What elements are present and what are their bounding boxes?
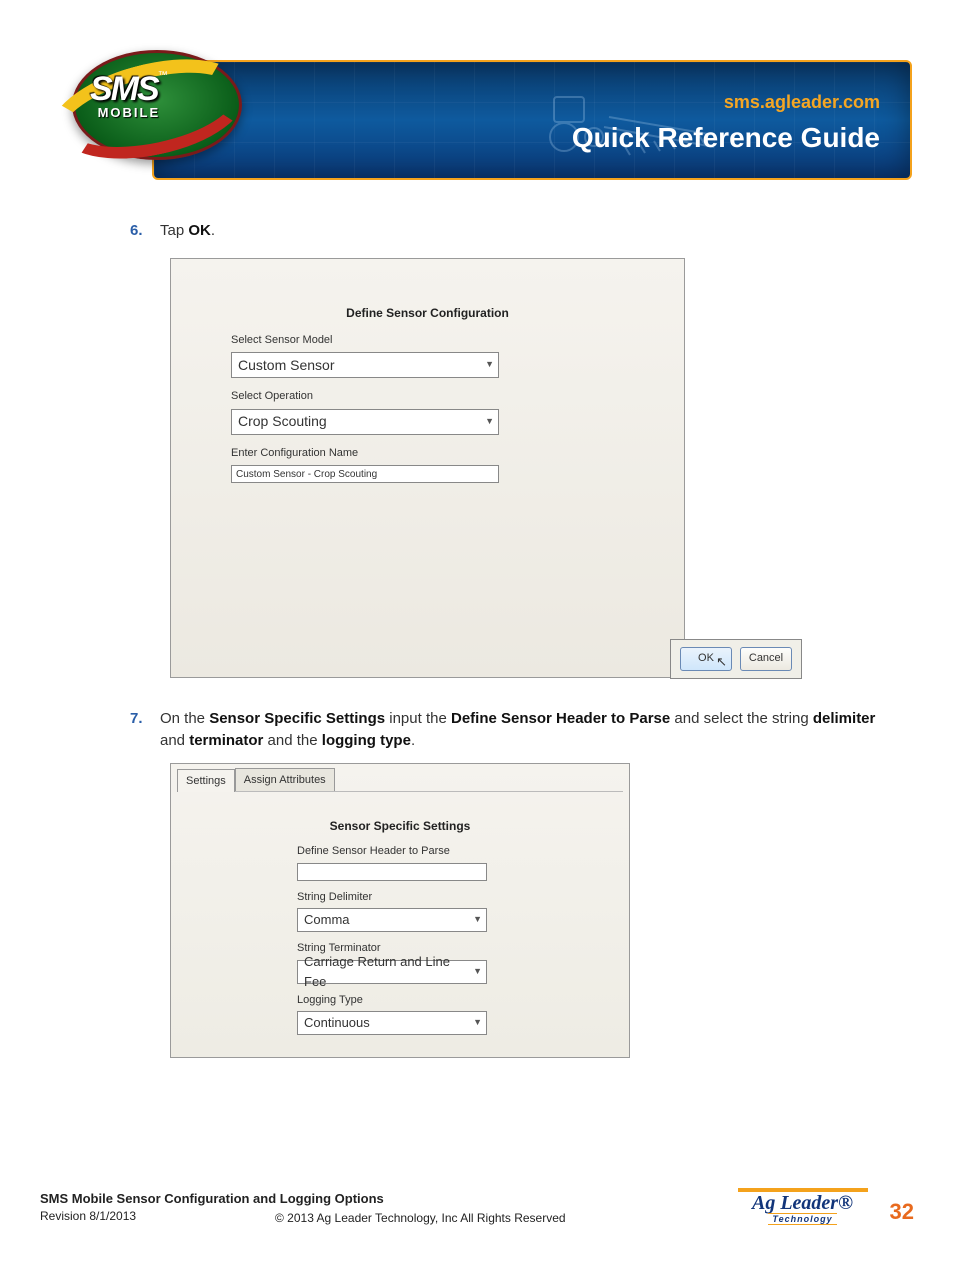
t: input the: [385, 710, 451, 727]
input-config-name[interactable]: Custom Sensor - Crop Scouting: [231, 465, 499, 483]
page-number: 32: [890, 1199, 914, 1225]
label-config-name: Enter Configuration Name: [231, 445, 684, 462]
logo-text-sub: MOBILE: [90, 105, 168, 120]
agleader-sub: Technology: [768, 1213, 836, 1225]
step-number: 7.: [130, 708, 143, 731]
logo-trademark: ™: [158, 70, 168, 81]
b: Sensor Specific Settings: [209, 710, 385, 727]
tab-panel: Sensor Specific Settings Define Sensor H…: [177, 791, 623, 1051]
tab-bar: Settings Assign Attributes: [177, 768, 629, 792]
panel-title: Sensor Specific Settings: [177, 817, 623, 835]
label-logging-type: Logging Type: [297, 992, 623, 1009]
select-value: Comma: [304, 910, 350, 930]
t: On the: [160, 710, 209, 727]
chevron-down-icon: ▼: [485, 415, 494, 429]
chevron-down-icon: ▼: [473, 1016, 482, 1030]
step-bold: OK: [188, 222, 211, 239]
select-string-terminator[interactable]: Carriage Return and Line Fee ▼: [297, 960, 487, 984]
label-sensor-model: Select Sensor Model: [231, 332, 684, 349]
button-label: OK: [698, 650, 714, 667]
registered-icon: ®: [838, 1192, 853, 1214]
select-value: Continuous: [304, 1013, 370, 1033]
footer-copyright: © 2013 Ag Leader Technology, Inc All Rig…: [275, 1211, 566, 1225]
b: Define Sensor Header to Parse: [451, 710, 670, 727]
select-string-delimiter[interactable]: Comma ▼: [297, 908, 487, 932]
agleader-logo: Ag Leader® Technology: [738, 1187, 868, 1225]
step-6: 6. Tap OK. Define Sensor Configuration S…: [130, 220, 890, 678]
page-footer: SMS Mobile Sensor Configuration and Logg…: [40, 1187, 914, 1225]
step-text-end: .: [211, 222, 215, 239]
footer-doc-title: SMS Mobile Sensor Configuration and Logg…: [40, 1190, 384, 1208]
select-value: Carriage Return and Line Fee: [304, 952, 473, 991]
chevron-down-icon: ▼: [485, 358, 494, 372]
banner-background: sms.agleader.com Quick Reference Guide: [152, 60, 912, 180]
select-operation[interactable]: Crop Scouting ▼: [231, 409, 499, 435]
dialog-title: Define Sensor Configuration: [171, 259, 684, 322]
agleader-text: Ag Leader: [752, 1192, 838, 1214]
label-string-delimiter: String Delimiter: [297, 889, 623, 906]
tab-assign-attributes[interactable]: Assign Attributes: [235, 768, 335, 792]
ok-button[interactable]: OK ↖: [680, 647, 732, 671]
page-content: 6. Tap OK. Define Sensor Configuration S…: [130, 220, 890, 1058]
chevron-down-icon: ▼: [473, 965, 482, 979]
label-operation: Select Operation: [231, 388, 684, 405]
select-logging-type[interactable]: Continuous ▼: [297, 1011, 487, 1035]
label-header-parse: Define Sensor Header to Parse: [297, 843, 623, 860]
t: and: [160, 732, 189, 749]
t: and the: [263, 732, 321, 749]
banner-title: Quick Reference Guide: [572, 122, 880, 154]
step-number: 6.: [130, 220, 143, 243]
logo-text-main: SMS: [90, 70, 158, 108]
define-sensor-config-dialog: Define Sensor Configuration Select Senso…: [170, 258, 685, 678]
cursor-icon: ↖: [716, 652, 727, 672]
select-value: Custom Sensor: [238, 355, 334, 376]
select-value: Crop Scouting: [238, 411, 327, 432]
sensor-settings-dialog: Settings Assign Attributes Sensor Specif…: [170, 763, 630, 1058]
step-7: 7. On the Sensor Specific Settings input…: [130, 708, 890, 1058]
t: .: [411, 732, 415, 749]
chevron-down-icon: ▼: [473, 913, 482, 927]
sms-mobile-logo: SMS™ MOBILE: [42, 40, 262, 180]
tab-settings[interactable]: Settings: [177, 769, 235, 793]
b: delimiter: [813, 710, 876, 727]
b: logging type: [322, 732, 411, 749]
banner-url: sms.agleader.com: [724, 92, 880, 113]
b: terminator: [189, 732, 263, 749]
input-header-parse[interactable]: [297, 863, 487, 881]
dialog-button-bar: OK ↖ Cancel: [670, 639, 802, 679]
t: and select the string: [670, 710, 813, 727]
select-sensor-model[interactable]: Custom Sensor ▼: [231, 352, 499, 378]
cancel-button[interactable]: Cancel: [740, 647, 792, 671]
header-banner: sms.agleader.com Quick Reference Guide S…: [42, 40, 912, 190]
button-label: Cancel: [749, 650, 783, 667]
step-text: Tap: [160, 222, 188, 239]
